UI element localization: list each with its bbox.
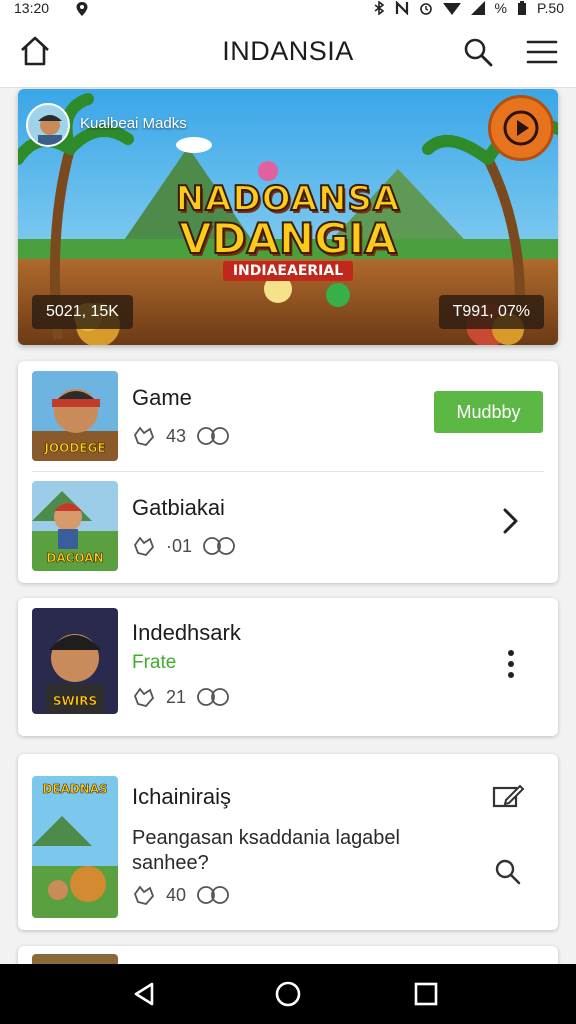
play-circle-icon[interactable] <box>488 95 554 161</box>
more-vert-icon[interactable] <box>493 646 529 682</box>
item-meta: 43 <box>132 425 230 447</box>
like-count: 21 <box>166 686 187 707</box>
game-logo: NADOANSA VDANGIA INDIAEAERIAL <box>168 178 408 281</box>
game-logo-line2: VDANGIA <box>178 214 398 263</box>
hero-banner[interactable]: Kualbeai Madks NADOANSA VDANGIA INDIAEAE… <box>18 89 558 345</box>
channel-avatar[interactable] <box>26 103 70 147</box>
battery-percent: % <box>494 0 507 16</box>
hamburger-menu-icon[interactable] <box>526 38 558 66</box>
status-battery-time: P.50 <box>537 0 564 16</box>
chevron-right-icon[interactable] <box>492 503 528 539</box>
status-time: 13:20 <box>14 0 50 16</box>
like-icon <box>133 426 155 447</box>
game-thumbnail[interactable]: JOODEGE <box>32 371 118 461</box>
views-icon <box>203 537 235 555</box>
like-icon <box>133 885 155 906</box>
search-icon[interactable] <box>490 854 526 890</box>
list-item[interactable]: DEADNAS Ichainiraiş Peangasan ksaddania … <box>18 754 558 930</box>
item-meta: ·01 <box>132 535 236 557</box>
search-icon[interactable] <box>462 36 494 68</box>
status-bar: 13:20 % P.50 <box>0 0 576 18</box>
like-icon <box>133 687 155 708</box>
signal-icon <box>470 1 485 15</box>
like-count: ·01 <box>166 535 193 556</box>
channel-name[interactable]: Kualbeai Madks <box>80 115 187 132</box>
status-icons: % P.50 <box>373 0 564 16</box>
views-icon <box>197 886 229 904</box>
nfc-icon <box>395 1 408 15</box>
banner-stat-right: T991, 07% <box>438 295 544 329</box>
views-icon <box>197 427 229 445</box>
list-item[interactable]: DACOAN Gatbiakai ·01 <box>18 471 558 583</box>
thumbnail-art <box>32 776 118 918</box>
thumbnail-label: JOODEGE <box>44 441 106 456</box>
bluetooth-icon <box>374 1 384 15</box>
item-title: Gatbiakai <box>132 495 225 520</box>
alarm-icon <box>419 3 432 15</box>
game-thumbnail[interactable]: DACOAN <box>32 481 118 571</box>
item-title: Game <box>132 385 192 410</box>
thumbnail-label: DEADNAS <box>42 782 108 797</box>
edit-icon[interactable] <box>490 778 526 814</box>
thumbnail-label: SWIRS <box>52 694 98 709</box>
item-title: Indedhsark <box>132 620 241 645</box>
like-count: 40 <box>166 884 187 905</box>
home-circle-icon[interactable] <box>274 980 302 1008</box>
item-action-button[interactable]: Mudbby <box>434 391 543 433</box>
item-title: Ichainiraiş <box>132 784 232 809</box>
recents-icon[interactable] <box>412 980 440 1008</box>
game-logo-line1: NADOANSA <box>175 178 401 220</box>
item-meta: 40 <box>132 884 230 906</box>
game-thumbnail[interactable]: DEADNAS <box>32 776 118 918</box>
list-card: SWIRS Indedhsark Frate 21 <box>18 598 558 736</box>
battery-icon <box>518 1 526 15</box>
game-thumbnail[interactable]: SWIRS <box>32 608 118 714</box>
banner-stat-left: 5021, 15K <box>32 295 133 329</box>
views-icon <box>197 688 229 706</box>
like-icon <box>133 536 155 557</box>
back-icon[interactable] <box>130 980 158 1008</box>
list-item[interactable]: JOODEGE Game 43 Mudbby <box>18 361 558 471</box>
game-logo-line3: INDIAEAERIAL <box>222 261 354 281</box>
system-nav-bar <box>0 964 576 1024</box>
list-card: DEADNAS Ichainiraiş Peangasan ksaddania … <box>18 754 558 930</box>
item-meta: 21 <box>132 686 230 708</box>
item-description: Peangasan ksaddania lagabel sanhee? <box>132 827 400 874</box>
item-subtitle: Frate <box>132 652 177 673</box>
location-icon <box>76 2 88 16</box>
wifi-icon <box>442 3 461 15</box>
play-glyph <box>503 110 539 146</box>
like-count: 43 <box>166 425 187 446</box>
list-item[interactable]: SWIRS Indedhsark Frate 21 <box>18 598 558 736</box>
list-card: JOODEGE Game 43 Mudbby DACOAN Gatbiakai … <box>18 361 558 583</box>
thumbnail-label: DACOAN <box>46 551 104 566</box>
app-bar: INDANSIA <box>0 18 576 88</box>
